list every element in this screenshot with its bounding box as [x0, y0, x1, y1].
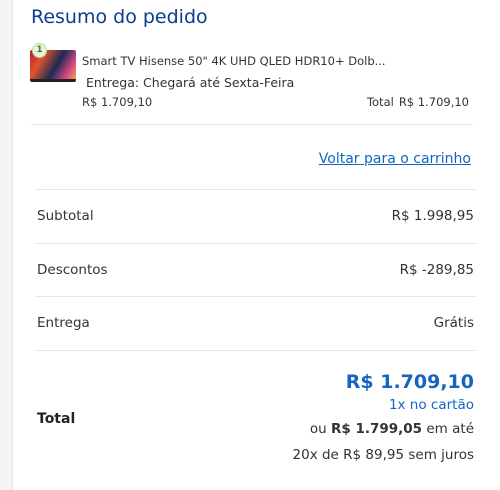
back-to-cart-link[interactable]: Voltar para o carrinho — [319, 151, 471, 167]
product-total-label: Total — [366, 95, 394, 109]
divider — [31, 124, 473, 125]
summary-value: R$ 1.998,95 — [391, 208, 474, 225]
summary-row-shipping: Entrega Grátis — [35, 296, 476, 350]
summary-value: Grátis — [433, 315, 474, 332]
alternative-price: ou R$ 1.799,05 em até — [293, 420, 474, 438]
summary-label: Entrega — [37, 315, 90, 332]
price-summary: Subtotal R$ 1.998,95 Descontos R$ -289,8… — [35, 189, 476, 350]
product-unit-price: R$ 1.709,10 — [82, 95, 153, 109]
card-installment-text: 1x no cartão — [388, 397, 474, 413]
total-label: Total — [37, 411, 76, 427]
total-breakdown: R$ 1.709,10 1x no cartão ou R$ 1.799,05 … — [293, 371, 474, 464]
alt-price-suffix: em até — [426, 421, 474, 437]
summary-row-subtotal: Subtotal R$ 1.998,95 — [35, 189, 476, 243]
order-summary-card: Resumo do pedido 1 Smart TV Hisense 50" … — [12, 0, 500, 490]
summary-label: Subtotal — [37, 208, 94, 225]
summary-row-discounts: Descontos R$ -289,85 — [35, 242, 476, 297]
product-name[interactable]: Smart TV Hisense 50" 4K UHD QLED HDR10+ … — [82, 54, 386, 68]
total-amount: R$ 1.709,10 — [345, 371, 474, 393]
installment-plan: 20x de R$ 89,95 sem juros — [292, 447, 474, 463]
order-total: Total R$ 1.709,10 1x no cartão ou R$ 1.7… — [35, 350, 476, 475]
product-total: Total R$ 1.709,10 — [367, 95, 469, 109]
page-title: Resumo do pedido — [31, 6, 208, 28]
alt-price-prefix: ou — [309, 421, 327, 437]
alt-price-value: R$ 1.799,05 — [330, 421, 423, 437]
quantity-badge: 1 — [32, 43, 47, 58]
summary-label: Descontos — [37, 261, 108, 278]
delivery-estimate: Entrega: Chegará até Sexta-Feira — [86, 75, 295, 90]
product-total-value: R$ 1.709,10 — [398, 95, 469, 109]
summary-value: R$ -289,85 — [399, 261, 474, 278]
